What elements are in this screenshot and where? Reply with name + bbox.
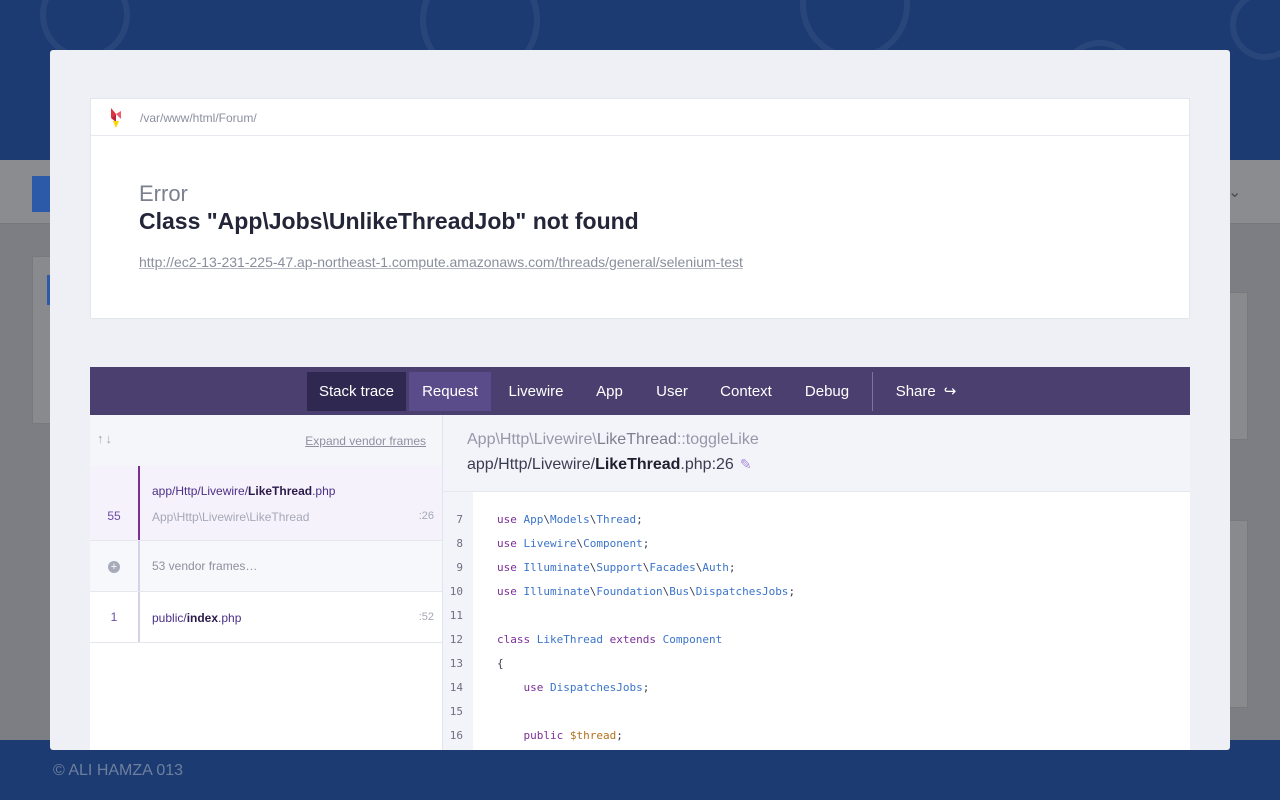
code-line: 13{ [449, 657, 504, 670]
code-header: App\Http\Livewire\LikeThread::toggleLike… [443, 415, 1190, 492]
stack-frame[interactable]: 1 public/index.php :52 [90, 592, 442, 643]
error-header-card: /var/www/html/Forum/ Error Class "App\Jo… [90, 98, 1190, 319]
share-icon: ↪ [943, 383, 957, 400]
tab-livewire[interactable]: Livewire [494, 372, 578, 411]
tab-app[interactable]: App [582, 372, 637, 411]
frame-filepath: app/Http/Livewire/LikeThread.php:26 ✎ [467, 456, 752, 473]
code-line: 7 use App\Models\Thread; [456, 513, 643, 526]
tab-bar: Stack trace Request Livewire App User Co… [90, 367, 1190, 415]
frame-indicator [138, 592, 140, 642]
tab-user[interactable]: User [642, 372, 702, 411]
code-line: 9 use Illuminate\Support\Facades\Auth; [456, 561, 736, 574]
frame-number: 1 [110, 610, 118, 624]
error-message: Class "App\Jobs\UnlikeThreadJob" not fou… [139, 208, 639, 234]
share-label: Share [895, 383, 936, 400]
frame-indicator [138, 466, 140, 540]
frame-indicator [138, 541, 140, 591]
ignition-logo-icon [111, 108, 121, 128]
vendor-frames-toggle[interactable]: + 53 vendor frames… [90, 541, 442, 592]
tab-separator [872, 372, 873, 411]
frame-file: app/Http/Livewire/LikeThread.php [152, 484, 336, 498]
share-button[interactable]: Share ↪ [884, 372, 968, 411]
code-line: 10 use Illuminate\Foundation\Bus\Dispatch… [449, 585, 796, 598]
frame-method: App\Http\Livewire\LikeThread::toggleLike [467, 431, 759, 448]
vendor-frames-label: 53 vendor frames… [152, 559, 258, 573]
chevron-down-icon: ⌄ [1228, 184, 1242, 201]
error-modal: /var/www/html/Forum/ Error Class "App\Jo… [50, 50, 1230, 750]
edit-pencil-icon[interactable]: ✎ [740, 456, 752, 472]
footer-copyright: © ALI HAMZA 013 [53, 762, 184, 779]
background-card [1228, 292, 1248, 440]
code-viewer: App\Http\Livewire\LikeThread::toggleLike… [443, 415, 1190, 750]
sort-arrows-icon[interactable]: ↑↓ [97, 431, 114, 446]
background-card [32, 256, 53, 424]
frame-line: :52 [418, 611, 434, 623]
frame-number: 55 [107, 509, 121, 523]
tab-stack-trace[interactable]: Stack trace [307, 372, 406, 411]
background-card [1228, 520, 1248, 708]
tab-debug[interactable]: Debug [790, 372, 864, 411]
code-line: 12 class LikeThread extends Component [449, 633, 723, 646]
tab-context[interactable]: Context [706, 372, 786, 411]
code-line: 11 [449, 609, 463, 622]
frames-toolbar: ↑↓ Expand vendor frames [90, 415, 442, 466]
frame-class: App\Http\Livewire\LikeThread [152, 510, 310, 524]
trace-panel: Stack trace Request Livewire App User Co… [90, 367, 1190, 750]
stack-frame[interactable]: 55 app/Http/Livewire/LikeThread.php App\… [90, 466, 442, 541]
frame-line: :26 [418, 510, 434, 522]
error-url-link[interactable]: http://ec2-13-231-225-47.ap-northeast-1.… [139, 254, 743, 270]
header-bar: /var/www/html/Forum/ [91, 99, 1189, 136]
project-path: /var/www/html/Forum/ [140, 111, 257, 125]
plus-circle-icon: + [108, 561, 120, 573]
stack-frames: ↑↓ Expand vendor frames 55 app/Http/Live… [90, 415, 443, 750]
tab-request[interactable]: Request [409, 372, 491, 411]
code-line: 14 use DispatchesJobs; [449, 681, 650, 694]
error-label: Error [139, 181, 188, 206]
frame-file: public/index.php [152, 611, 242, 625]
code-line: 8 use Livewire\Component; [456, 537, 650, 550]
code-line: 15 [449, 705, 463, 718]
expand-vendor-frames-link[interactable]: Expand vendor frames [305, 434, 426, 448]
code-line: 16 public $thread; [449, 729, 623, 742]
